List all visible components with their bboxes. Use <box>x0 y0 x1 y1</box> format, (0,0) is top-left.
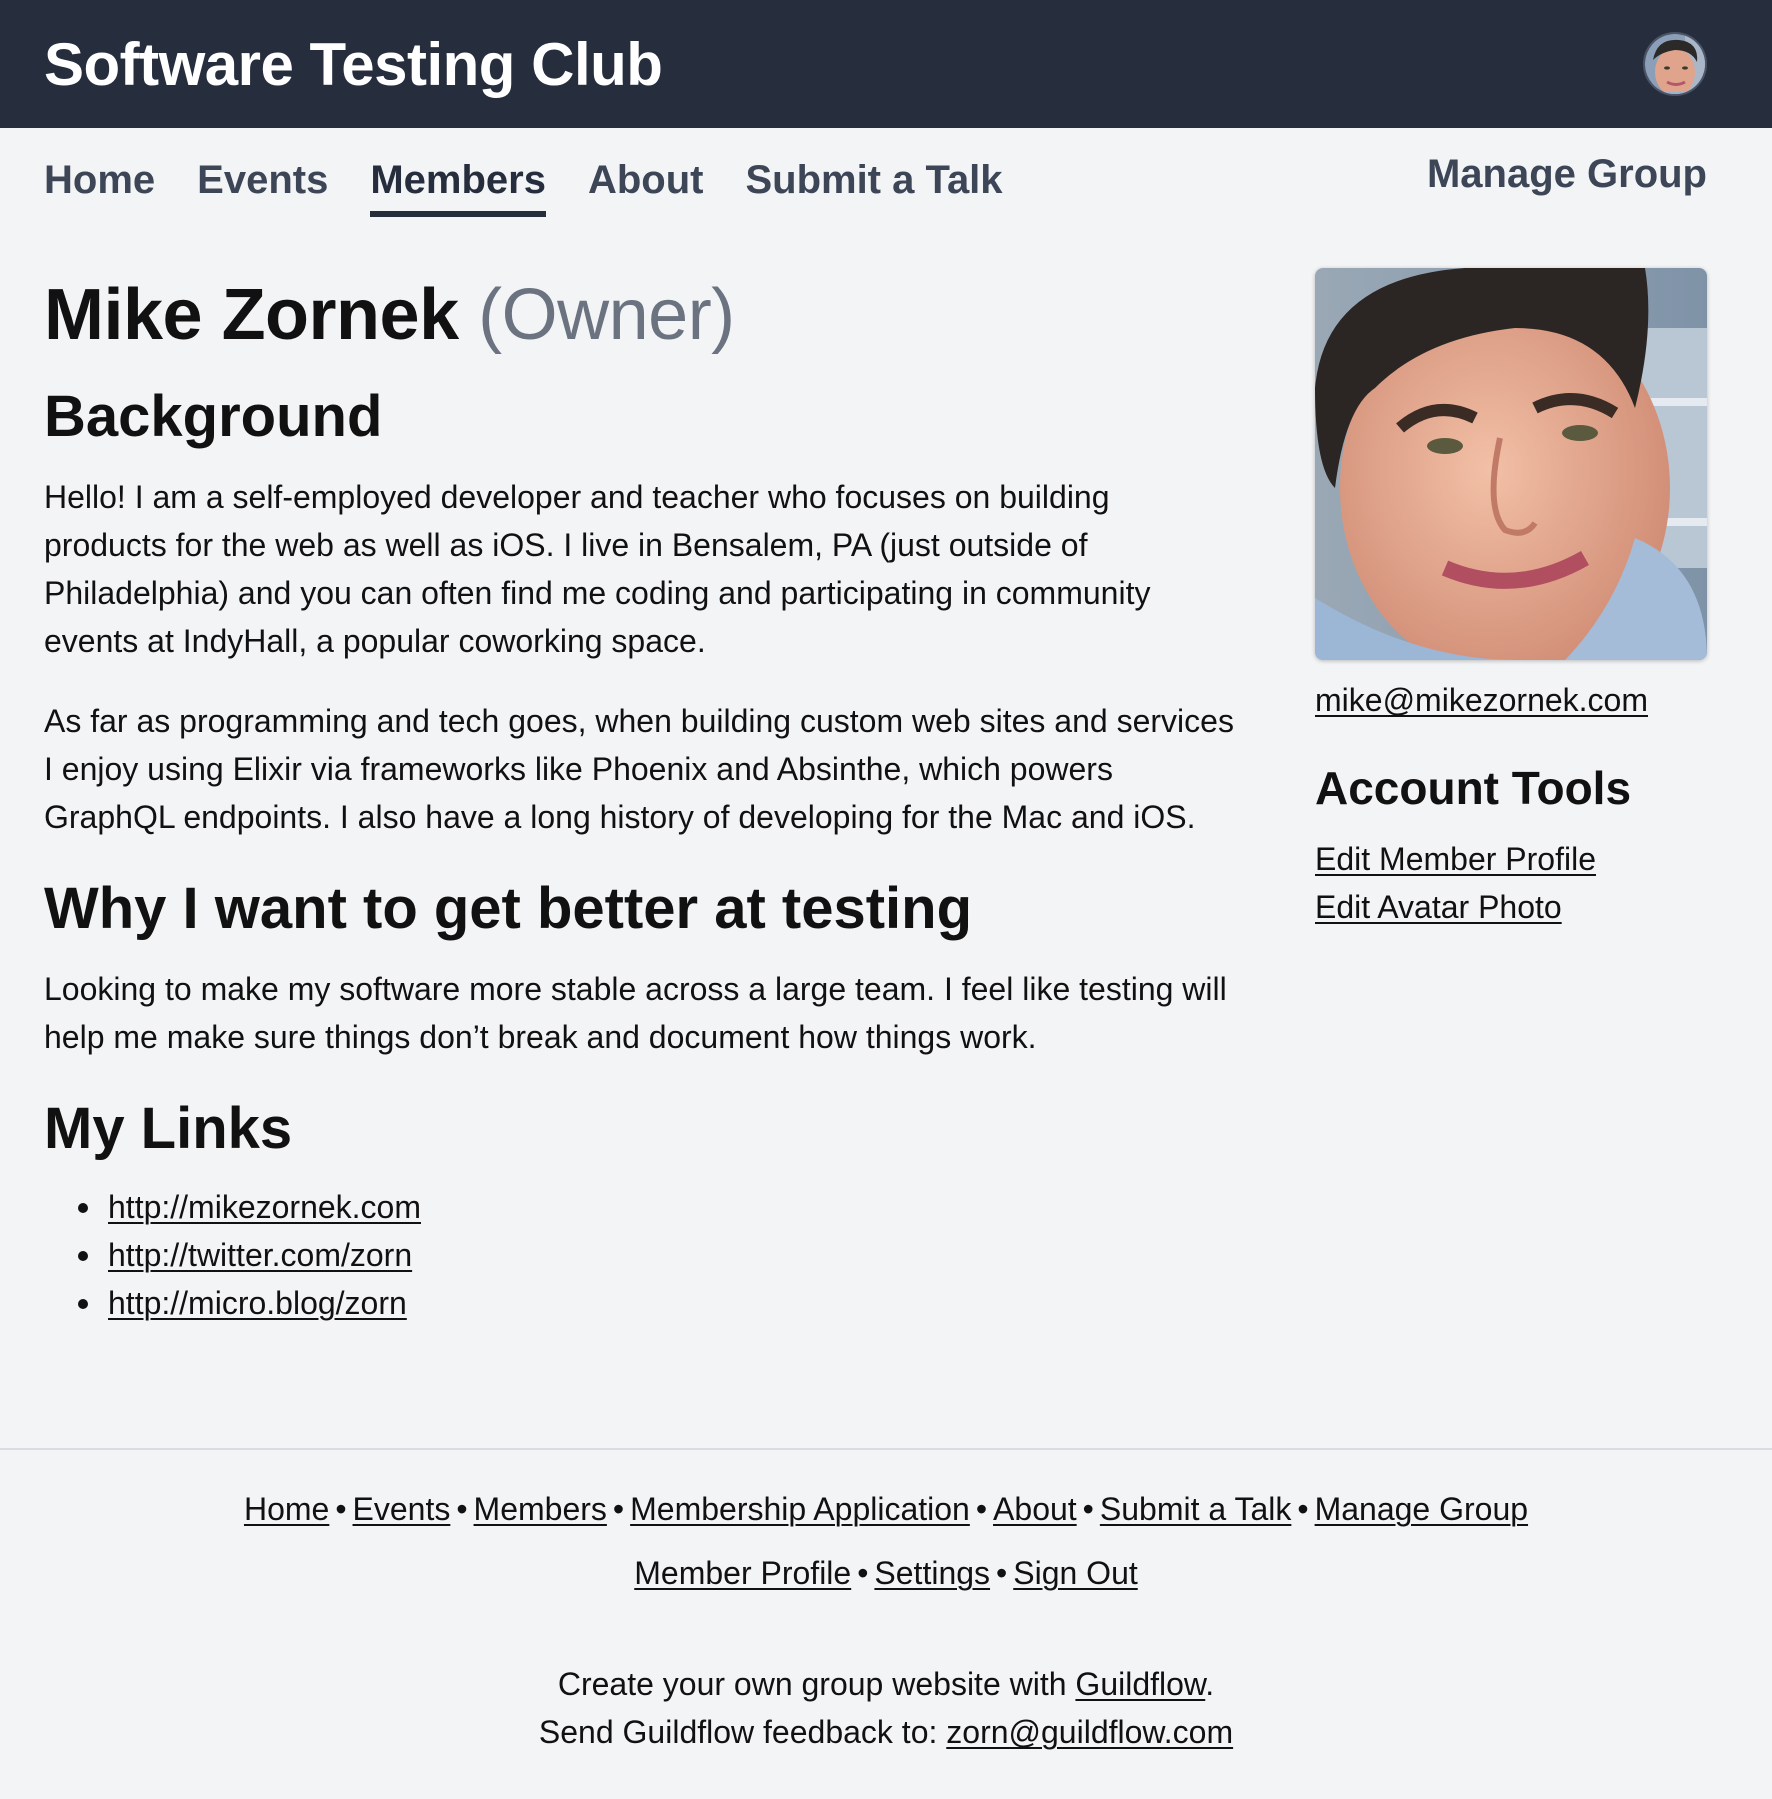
why-heading: Why I want to get better at testing <box>44 875 973 941</box>
site-footer: Home • Events • Members • Membership Applicati… <box>0 1448 1772 1756</box>
member-role: (Owner) <box>478 275 735 355</box>
member-name: Mike Zornek <box>44 275 459 355</box>
list-item: http://twitter.com/zorn <box>78 1231 1239 1279</box>
feedback-prefix: Send Guildflow feedback to: <box>538 1714 947 1750</box>
footer-sign-out[interactable]: Sign Out <box>1013 1555 1138 1591</box>
feedback-email-link[interactable]: zorn@guildflow.com <box>946 1714 1233 1750</box>
footer-credits: Create your own group website with Guild… <box>0 1660 1772 1756</box>
background-paragraph-1: Hello! I am a self-employed developer an… <box>44 478 1151 659</box>
user-avatar[interactable] <box>1643 32 1707 96</box>
link-microblog[interactable]: http://micro.blog/zorn <box>108 1285 407 1321</box>
account-tools-list: Edit Member Profile Edit Avatar Photo <box>1315 835 1707 931</box>
footer-membership-application[interactable]: Membership Application <box>630 1491 970 1527</box>
member-photo <box>1315 268 1707 660</box>
nav-members[interactable]: Members <box>370 158 546 217</box>
links-heading: My Links <box>44 1095 293 1161</box>
profile-sidebar: mike@mikezornek.com Account Tools Edit M… <box>1315 268 1707 1448</box>
edit-member-profile-link[interactable]: Edit Member Profile <box>1315 835 1707 883</box>
footer-separator: • <box>996 1555 1008 1591</box>
list-item: http://micro.blog/zorn <box>78 1279 1239 1327</box>
profile-content: Mike Zornek (Owner) Background Hello! I … <box>44 268 1239 1448</box>
edit-avatar-photo-link[interactable]: Edit Avatar Photo <box>1315 883 1707 931</box>
list-item: http://mikezornek.com <box>78 1183 1239 1231</box>
nav-events[interactable]: Events <box>197 158 328 217</box>
footer-separator: • <box>857 1555 869 1591</box>
footer-separator: • <box>335 1491 347 1527</box>
member-title: Mike Zornek (Owner) <box>44 275 1239 355</box>
create-group-line: Create your own group website with Guild… <box>0 1660 1772 1708</box>
footer-settings[interactable]: Settings <box>874 1555 990 1591</box>
nav-home[interactable]: Home <box>44 158 155 217</box>
link-twitter[interactable]: http://twitter.com/zorn <box>108 1237 412 1273</box>
footer-manage-group[interactable]: Manage Group <box>1315 1491 1528 1527</box>
footer-separator: • <box>975 1491 988 1527</box>
feedback-line: Send Guildflow feedback to: zorn@guildfl… <box>0 1708 1772 1756</box>
nav-about[interactable]: About <box>588 158 704 217</box>
avatar-photo-icon <box>1645 34 1705 94</box>
footer-nav-row-1: Home • Events • Members • Membership Applicati… <box>0 1486 1772 1532</box>
nav-submit-talk[interactable]: Submit a Talk <box>745 158 1002 217</box>
background-paragraph-2: As far as programming and tech goes, whe… <box>44 702 1234 835</box>
guildflow-link[interactable]: Guildflow <box>1075 1666 1205 1702</box>
create-suffix: . <box>1205 1666 1215 1702</box>
footer-members[interactable]: Members <box>474 1491 607 1527</box>
link-website[interactable]: http://mikezornek.com <box>108 1189 421 1225</box>
main-nav: Home Events Members About Submit a Talk … <box>0 128 1772 248</box>
footer-submit-talk[interactable]: Submit a Talk <box>1100 1491 1292 1527</box>
site-brand[interactable]: Software Testing Club <box>44 30 663 99</box>
footer-about[interactable]: About <box>993 1491 1077 1527</box>
nav-manage-group[interactable]: Manage Group <box>1427 152 1707 196</box>
links-list: http://mikezornek.com http://twitter.com… <box>44 1183 1239 1327</box>
footer-separator: • <box>1297 1491 1309 1527</box>
create-prefix: Create your own group website with <box>557 1666 1076 1702</box>
footer-events[interactable]: Events <box>353 1491 451 1527</box>
member-email-link[interactable]: mike@mikezornek.com <box>1315 682 1707 719</box>
why-paragraph: Looking to make my software more stable … <box>44 970 1227 1055</box>
footer-separator: • <box>612 1491 625 1527</box>
nav-tabs: Home Events Members About Submit a Talk <box>44 128 1003 217</box>
member-profile-main: Mike Zornek (Owner) Background Hello! I … <box>0 248 1772 1448</box>
account-tools-heading: Account Tools <box>1315 762 1632 814</box>
footer-nav-row-2: Member Profile • Settings • Sign Out <box>0 1550 1772 1596</box>
footer-separator: • <box>456 1491 468 1527</box>
footer-home[interactable]: Home <box>244 1491 329 1527</box>
member-photo-image <box>1315 268 1707 660</box>
top-bar: Software Testing Club <box>0 0 1772 128</box>
background-heading: Background <box>44 384 383 450</box>
footer-separator: • <box>1082 1491 1094 1527</box>
footer-member-profile[interactable]: Member Profile <box>634 1555 851 1591</box>
